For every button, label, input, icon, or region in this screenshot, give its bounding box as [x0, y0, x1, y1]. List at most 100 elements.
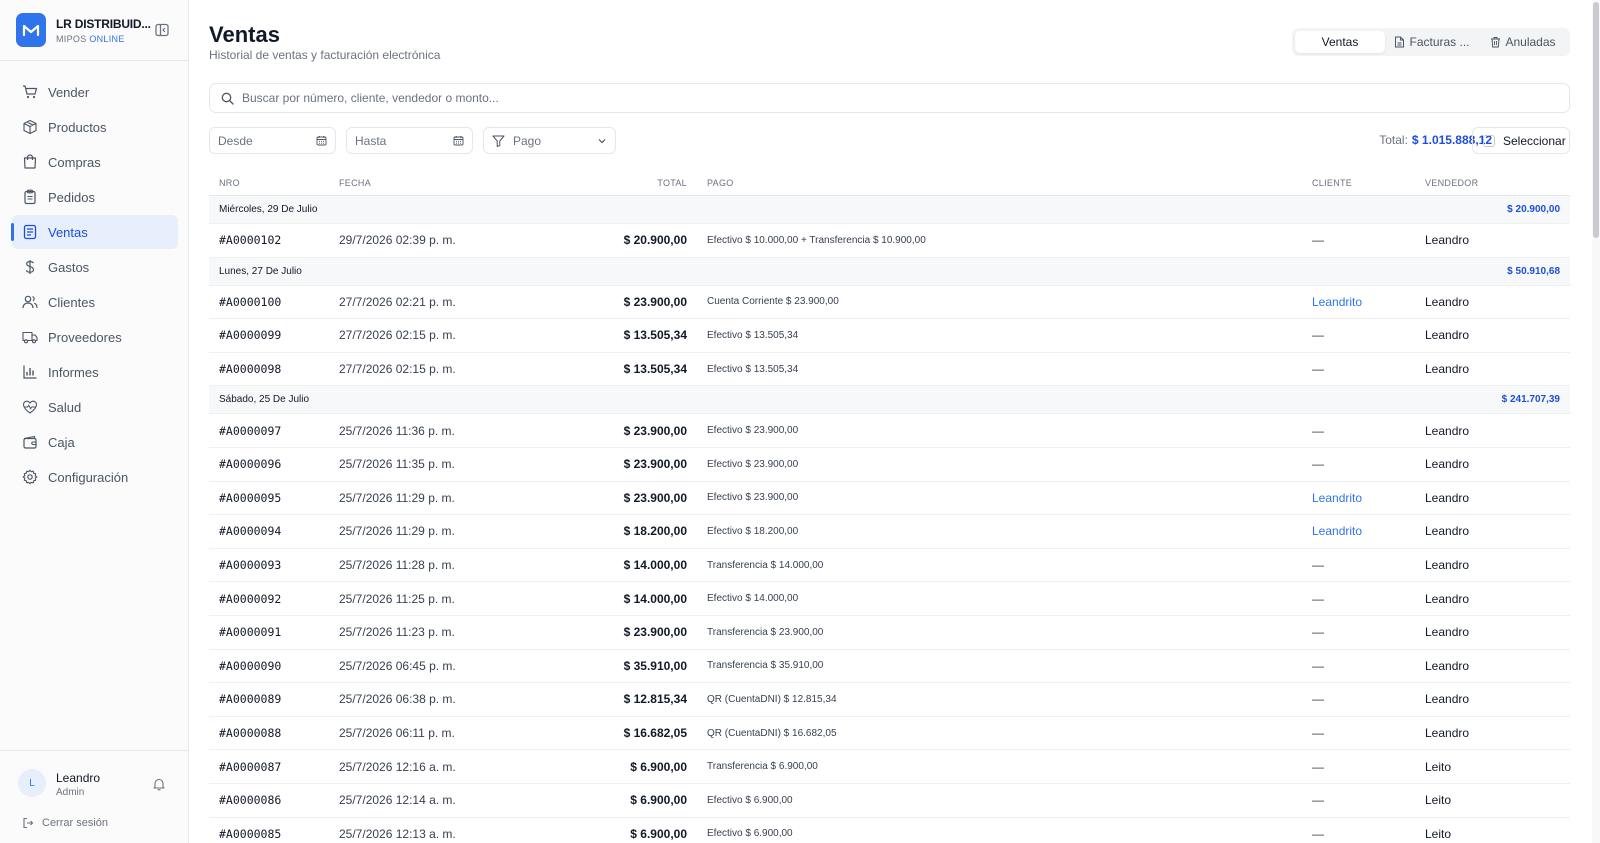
sidebar-item-configuracion[interactable]: Configuración — [12, 460, 178, 494]
table-row[interactable]: #A0000093 25/7/2026 11:28 p. m. $ 14.000,0… — [209, 549, 1570, 583]
table-row[interactable]: #A0000102 29/7/2026 02:39 p. m. $ 20.900,0… — [209, 224, 1570, 258]
page-subtitle: Historial de ventas y facturación electr… — [209, 48, 441, 62]
sale-payment: Efectivo $ 13.505,34 — [707, 363, 799, 375]
group-total: $ 241.707,39 — [1501, 394, 1560, 406]
date-from-field[interactable]: Desde — [209, 127, 336, 154]
scrollbar-thumb[interactable] — [1593, 2, 1599, 238]
sidebar-item-vender[interactable]: Vender — [12, 75, 178, 109]
tab-anuladas[interactable]: Anuladas — [1479, 31, 1567, 53]
sidebar-item-informes[interactable]: Informes — [12, 355, 178, 389]
sidebar-collapse-icon[interactable] — [154, 22, 170, 38]
sale-seller: Leandro — [1425, 524, 1470, 539]
heart-pulse-icon — [22, 399, 38, 415]
table-row[interactable]: #A0000096 25/7/2026 11:35 p. m. $ 23.900,0… — [209, 448, 1570, 482]
col-header-nro[interactable]: NRO — [209, 178, 339, 188]
table-row[interactable]: #A0000100 27/7/2026 02:21 p. m. $ 23.900,0… — [209, 286, 1570, 320]
table-row[interactable]: #A0000089 25/7/2026 06:38 p. m. $ 12.815,3… — [209, 683, 1570, 717]
table-row[interactable]: #A0000095 25/7/2026 11:29 p. m. $ 23.900,0… — [209, 482, 1570, 516]
wallet-icon — [22, 434, 38, 450]
sale-date: 25/7/2026 11:25 p. m. — [339, 591, 455, 606]
col-header-pago[interactable]: PAGO — [687, 178, 1312, 188]
sidebar-item-pedidos[interactable]: Pedidos — [12, 180, 178, 214]
user-name: Leandro — [56, 771, 101, 785]
dollar-icon — [22, 259, 38, 275]
sidebar-item-label: Proveedores — [48, 329, 122, 345]
sidebar-item-ventas[interactable]: Ventas — [11, 215, 178, 249]
page-scrollbar[interactable] — [1592, 0, 1600, 843]
tab-facturas[interactable]: Facturas ... — [1385, 31, 1479, 53]
sale-seller: Leandro — [1425, 362, 1470, 377]
customer-link[interactable]: Leandrito — [1312, 524, 1425, 538]
sidebar-item-label: Caja — [48, 434, 75, 450]
sale-number: #A0000099 — [219, 328, 282, 343]
table-row[interactable]: #A0000085 25/7/2026 12:13 a. m. $ 6.900,00… — [209, 818, 1570, 843]
customer-link[interactable]: Leandrito — [1312, 295, 1425, 309]
sale-total: $ 35.910,00 — [623, 658, 687, 673]
group-total: $ 50.910,68 — [1507, 265, 1560, 277]
calendar-icon — [316, 136, 327, 146]
sale-payment: Efectivo $ 18.200,00 — [707, 525, 799, 537]
table-row[interactable]: #A0000097 25/7/2026 11:36 p. m. $ 23.900,0… — [209, 414, 1570, 448]
sale-seller: Leandro — [1425, 328, 1470, 343]
sale-total: $ 6.900,00 — [630, 793, 687, 808]
sale-number: #A0000095 — [219, 490, 282, 505]
table-row[interactable]: #A0000090 25/7/2026 06:45 p. m. $ 35.910,0… — [209, 650, 1570, 684]
logout-label: Cerrar sesión — [42, 817, 109, 829]
sidebar-item-compras[interactable]: Compras — [12, 145, 178, 179]
table-row[interactable]: #A0000094 25/7/2026 11:29 p. m. $ 18.200,0… — [209, 515, 1570, 549]
table-row[interactable]: #A0000098 27/7/2026 02:15 p. m. $ 13.505,3… — [209, 353, 1570, 387]
sale-payment: QR (CuentaDNI) $ 12.815,34 — [707, 693, 837, 705]
table-row[interactable]: #A0000086 25/7/2026 12:14 a. m. $ 6.900,00… — [209, 784, 1570, 818]
payment-filter-label: Pago — [513, 133, 542, 148]
group-date: Sábado, 25 De Julio — [219, 394, 310, 406]
sidebar-item-clientes[interactable]: Clientes — [12, 285, 178, 319]
date-to-field[interactable]: Hasta — [346, 127, 473, 154]
sale-seller: Leandro — [1425, 294, 1470, 309]
sale-number: #A0000085 — [219, 826, 282, 841]
bell-icon[interactable] — [152, 777, 166, 791]
cart-icon — [22, 84, 38, 100]
brand-logo[interactable] — [16, 13, 46, 47]
table-row[interactable]: #A0000092 25/7/2026 11:25 p. m. $ 14.000,0… — [209, 582, 1570, 616]
sale-date: 25/7/2026 11:23 p. m. — [339, 625, 455, 640]
select-checkbox[interactable] — [1483, 134, 1495, 147]
sidebar-item-caja[interactable]: Caja — [12, 425, 178, 459]
total-label: Total: — [1379, 133, 1408, 147]
sale-total: $ 12.815,34 — [623, 692, 687, 707]
sale-number: #A0000091 — [219, 625, 282, 640]
customer-link[interactable]: Leandrito — [1312, 491, 1425, 505]
avatar[interactable]: L — [18, 769, 46, 797]
sale-number: #A0000089 — [219, 692, 282, 707]
col-header-vendedor[interactable]: VENDEDOR — [1425, 178, 1570, 188]
payment-filter-select[interactable]: Pago — [483, 127, 616, 154]
sale-date: 25/7/2026 06:38 p. m. — [339, 692, 456, 707]
table-row[interactable]: #A0000087 25/7/2026 12:16 a. m. $ 6.900,00… — [209, 750, 1570, 784]
sidebar-item-gastos[interactable]: Gastos — [12, 250, 178, 284]
col-header-fecha[interactable]: FECHA — [339, 178, 519, 188]
table-row[interactable]: #A0000091 25/7/2026 11:23 p. m. $ 23.900,0… — [209, 616, 1570, 650]
sale-payment: Efectivo $ 23.900,00 — [707, 425, 799, 437]
logout-button[interactable]: Cerrar sesión — [22, 817, 108, 829]
table-row[interactable]: #A0000099 27/7/2026 02:15 p. m. $ 13.505,3… — [209, 319, 1570, 353]
sale-total: $ 23.900,00 — [623, 625, 687, 640]
sale-date: 29/7/2026 02:39 p. m. — [339, 233, 456, 248]
sidebar-item-salud[interactable]: Salud — [12, 390, 178, 424]
sidebar-item-proveedores[interactable]: Proveedores — [12, 320, 178, 354]
table-row[interactable]: #A0000088 25/7/2026 06:11 p. m. $ 16.682,0… — [209, 717, 1570, 751]
sidebar: LR DISTRIBUID... MIPOS ONLINE Vender Prod… — [0, 0, 189, 843]
col-header-cliente[interactable]: CLIENTE — [1312, 178, 1425, 188]
select-mode-button[interactable]: Seleccionar — [1472, 127, 1570, 154]
tab-ventas[interactable]: Ventas — [1295, 31, 1385, 53]
sale-seller: Leandro — [1425, 591, 1470, 606]
sale-seller: Leandro — [1425, 490, 1470, 505]
col-header-total[interactable]: TOTAL — [519, 178, 687, 188]
sale-total: $ 6.900,00 — [630, 759, 687, 774]
sale-payment: Efectivo $ 23.900,00 — [707, 458, 799, 470]
box-icon — [22, 119, 38, 135]
sale-total: $ 13.505,34 — [623, 328, 687, 343]
brand-sub-accent: ONLINE — [89, 33, 125, 44]
sidebar-item-productos[interactable]: Productos — [12, 110, 178, 144]
sale-payment: Efectivo $ 14.000,00 — [707, 593, 799, 605]
sales-table: NRO FECHA TOTAL PAGO CLIENTE VENDEDOR Mi… — [209, 170, 1570, 843]
search-input[interactable] — [242, 91, 1542, 105]
